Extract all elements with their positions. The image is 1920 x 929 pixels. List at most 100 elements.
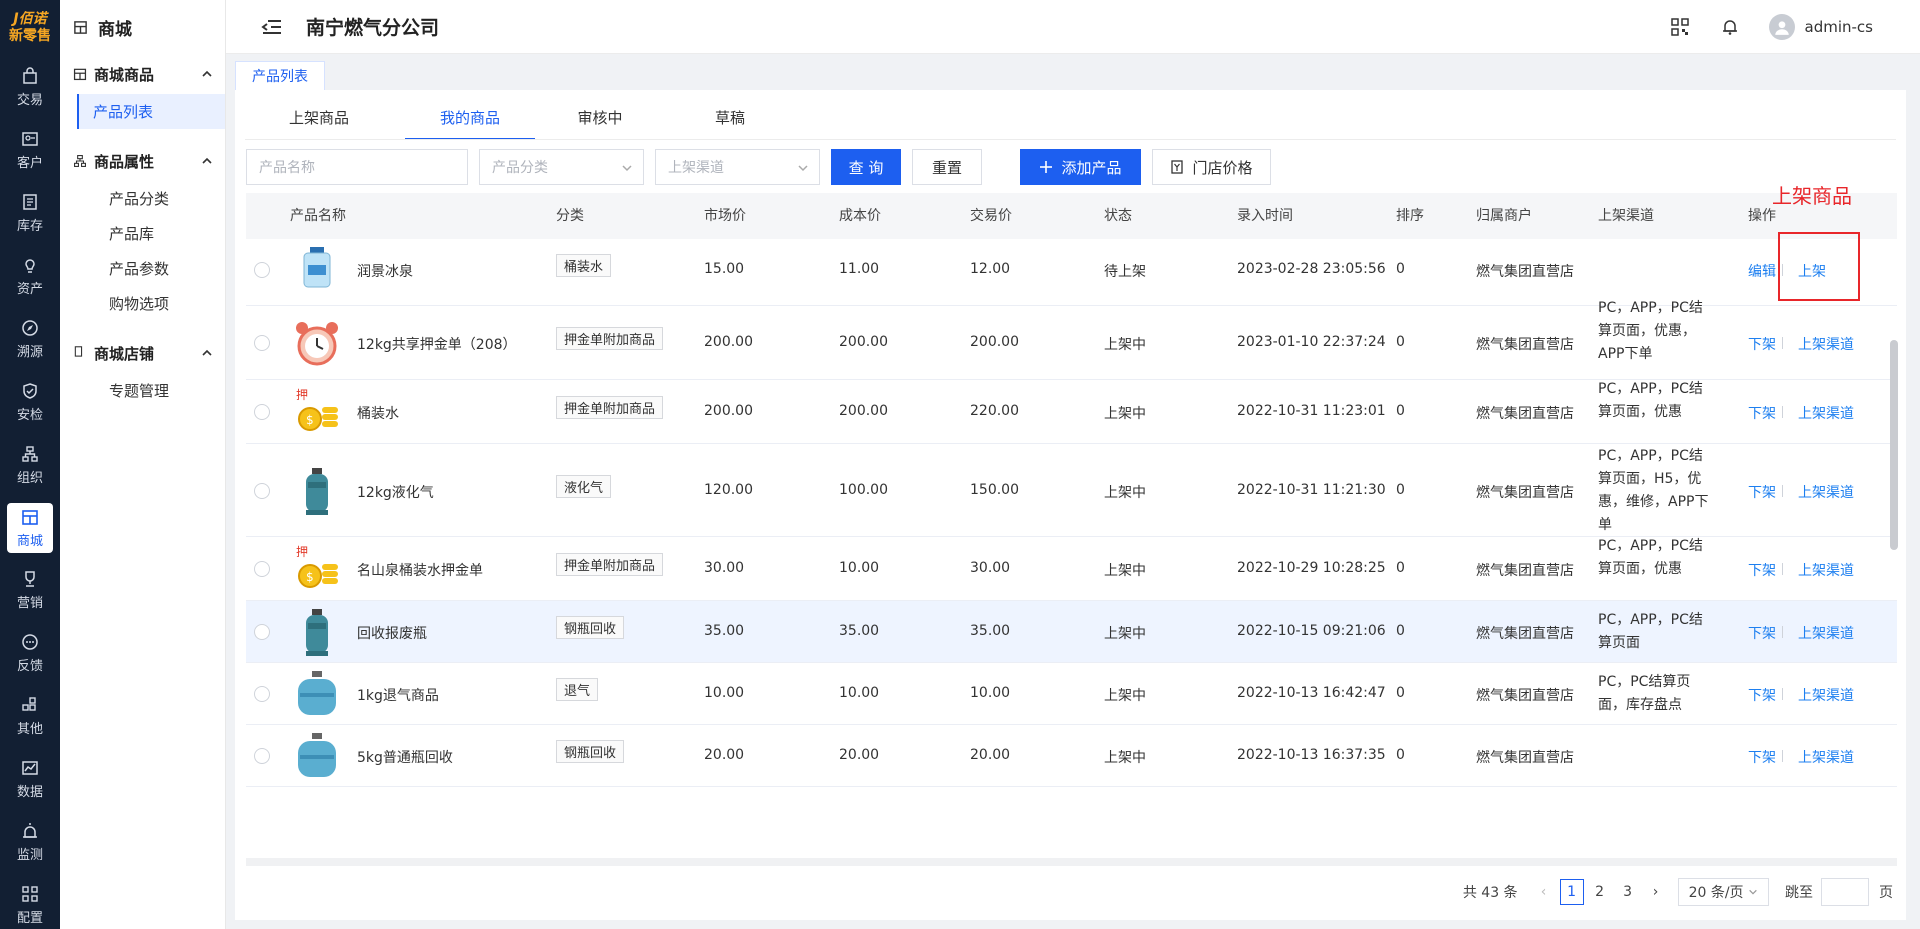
row-select-radio[interactable] [254, 482, 270, 499]
sidebar-item-1-0[interactable]: 产品分类 [77, 181, 225, 216]
avatar[interactable] [1768, 13, 1795, 40]
merchant: 燃气集团直营店 [1476, 626, 1574, 642]
page-size-select[interactable]: 20 条/页 [1677, 878, 1769, 906]
row-action-secondary[interactable]: 上架渠道 [1798, 403, 1854, 423]
row-select-radio[interactable] [254, 262, 270, 278]
sidebar-item-1-2[interactable]: 产品参数 [77, 251, 225, 286]
rail-item-11[interactable]: 数据 [0, 748, 60, 811]
bulb-icon [25, 259, 35, 273]
page-2[interactable]: 2 [1588, 879, 1612, 905]
rail-item-12[interactable]: 监测 [0, 811, 60, 874]
qrcode-icon[interactable] [1670, 17, 1689, 36]
row-action-secondary[interactable]: 上架渠道 [1798, 560, 1854, 580]
store-price-button[interactable]: 门店价格 [1152, 149, 1271, 185]
menu-fold-icon[interactable] [260, 15, 284, 39]
rail-item-8[interactable]: 营销 [0, 559, 60, 622]
table-row[interactable]: 12kg共享押金单（208） 押金单附加商品 200.00 200.00 200.00 上… [246, 300, 1897, 380]
table-row[interactable]: 押 $ 桶装水 押金单附加商品 200.00 200.00 220.00 上架中 2022-10… [246, 380, 1897, 444]
query-button[interactable]: 查 询 [831, 149, 901, 185]
page-1[interactable]: 1 [1559, 879, 1584, 905]
rail-item-4[interactable]: 溯源 [0, 308, 60, 371]
sidebar-item-2-0[interactable]: 专题管理 [77, 373, 225, 408]
action-separator [1782, 750, 1783, 762]
row-action-primary[interactable]: 下架 [1748, 334, 1776, 354]
row-action-primary[interactable]: 编辑 [1748, 261, 1776, 281]
annotation-box [1778, 232, 1860, 301]
sort-order: 0 [1396, 747, 1405, 763]
sidebar-item-1-3[interactable]: 购物选项 [77, 286, 225, 321]
rail-item-10[interactable]: 其他 [0, 685, 60, 748]
tab-0[interactable]: 上架商品 [273, 98, 365, 140]
table-row[interactable]: 押 $ 名山泉桶装水押金单 押金单附加商品 30.00 10.00 30.00 上架中 2022… [246, 537, 1897, 601]
row-action-primary[interactable]: 下架 [1748, 482, 1776, 502]
action-separator [1782, 337, 1783, 349]
trade-price: 35.00 [970, 623, 1011, 639]
row-action-secondary[interactable]: 上架渠道 [1798, 747, 1854, 767]
product-name: 桶装水 [357, 406, 399, 422]
table-row[interactable]: 回收报废瓶 钢瓶回收 35.00 35.00 35.00 上架中 2022-10-15 09… [246, 601, 1897, 663]
rail-item-3[interactable]: 资产 [0, 245, 60, 308]
bell-icon[interactable] [1721, 18, 1739, 36]
rail-item-6[interactable]: 组织 [0, 434, 60, 497]
row-action-secondary[interactable]: 上架渠道 [1798, 685, 1854, 705]
next-page-icon[interactable]: › [1644, 879, 1668, 905]
rail-item-13[interactable]: 配置 [0, 874, 60, 929]
row-select-radio[interactable] [254, 686, 270, 702]
channels: PC，APP，PC结算页面，优惠 [1598, 380, 1703, 420]
channels: PC，APP，PC结算页面，H5，优惠，维修，APP下单 [1598, 447, 1709, 533]
add-product-button[interactable]: 添加产品 [1020, 149, 1141, 185]
page-3[interactable]: 3 [1616, 879, 1640, 905]
sidebar-group-2[interactable]: 商城店铺 [60, 333, 225, 373]
table-row[interactable]: 1kg退气商品 退气 10.00 10.00 10.00 上架中 2022-10-13 16… [246, 663, 1897, 725]
chevron-down-icon [1749, 889, 1757, 895]
rail-item-0[interactable]: 交易 [0, 56, 60, 119]
table-row[interactable]: 5kg普通瓶回收 钢瓶回收 20.00 20.00 20.00 上架中 2022-10-13… [246, 725, 1897, 787]
row-select-radio[interactable] [254, 561, 270, 577]
horizontal-scrollbar[interactable] [246, 858, 1897, 866]
tab-3[interactable]: 草稿 [665, 98, 795, 140]
channel-select[interactable]: 上架渠道 [655, 149, 820, 185]
rail-item-5[interactable]: 安检 [0, 371, 60, 434]
row-action-secondary[interactable]: 上架渠道 [1798, 334, 1854, 354]
product-category-select[interactable]: 产品分类 [479, 149, 644, 185]
entry-time: 2022-10-15 09:21:06 [1237, 623, 1386, 639]
table-row[interactable]: 12kg液化气 液化气 120.00 100.00 150.00 上架中 2022-10-3… [246, 444, 1897, 537]
vertical-scrollbar[interactable] [1890, 340, 1898, 550]
username[interactable]: admin-cs [1805, 18, 1873, 36]
prev-page-icon[interactable]: ‹ [1532, 879, 1556, 905]
jump-page-input[interactable] [1821, 878, 1869, 906]
row-action-primary[interactable]: 下架 [1748, 747, 1776, 767]
row-action-secondary[interactable]: 上架渠道 [1798, 623, 1854, 643]
row-action-primary[interactable]: 下架 [1748, 403, 1776, 423]
sidebar-group-1[interactable]: 商品属性 [60, 141, 225, 181]
row-action-primary[interactable]: 下架 [1748, 623, 1776, 643]
table-row[interactable]: 润景冰泉 桶装水 15.00 11.00 12.00 待上架 2023-02-28 23:0… [246, 234, 1897, 306]
sort-order: 0 [1396, 560, 1405, 576]
market-price: 10.00 [704, 685, 745, 701]
rail-item-2[interactable]: 库存 [0, 182, 60, 245]
sidebar-item-1-1[interactable]: 产品库 [77, 216, 225, 251]
tab-2[interactable]: 审核中 [535, 98, 665, 140]
status: 待上架 [1104, 264, 1146, 280]
col-header-6: 录入时间 [1237, 208, 1293, 224]
svg-text:$: $ [306, 413, 314, 427]
status: 上架中 [1104, 406, 1146, 422]
product-name-input[interactable]: 产品名称 [246, 149, 468, 185]
row-select-radio[interactable] [254, 748, 270, 764]
rail-item-9[interactable]: 反馈 [0, 622, 60, 685]
row-action-secondary[interactable]: 上架渠道 [1798, 482, 1854, 502]
row-select-radio[interactable] [254, 624, 270, 640]
reset-button[interactable]: 重置 [912, 149, 982, 185]
sidebar-group-0[interactable]: 商城商品 [60, 54, 225, 94]
rail-item-1[interactable]: 客户 [0, 119, 60, 182]
row-select-radio[interactable] [254, 404, 270, 420]
row-action-primary[interactable]: 下架 [1748, 685, 1776, 705]
tab-1[interactable]: 我的商品 [405, 98, 535, 140]
row-action-primary[interactable]: 下架 [1748, 560, 1776, 580]
cost-price: 200.00 [839, 334, 888, 350]
tag-product-list[interactable]: 产品列表 [235, 61, 325, 90]
sidebar-item-0-0[interactable]: 产品列表 [77, 94, 225, 129]
rail-item-7[interactable]: 商城 [7, 503, 53, 553]
chevron-down-icon [798, 165, 808, 172]
row-select-radio[interactable] [254, 335, 270, 351]
